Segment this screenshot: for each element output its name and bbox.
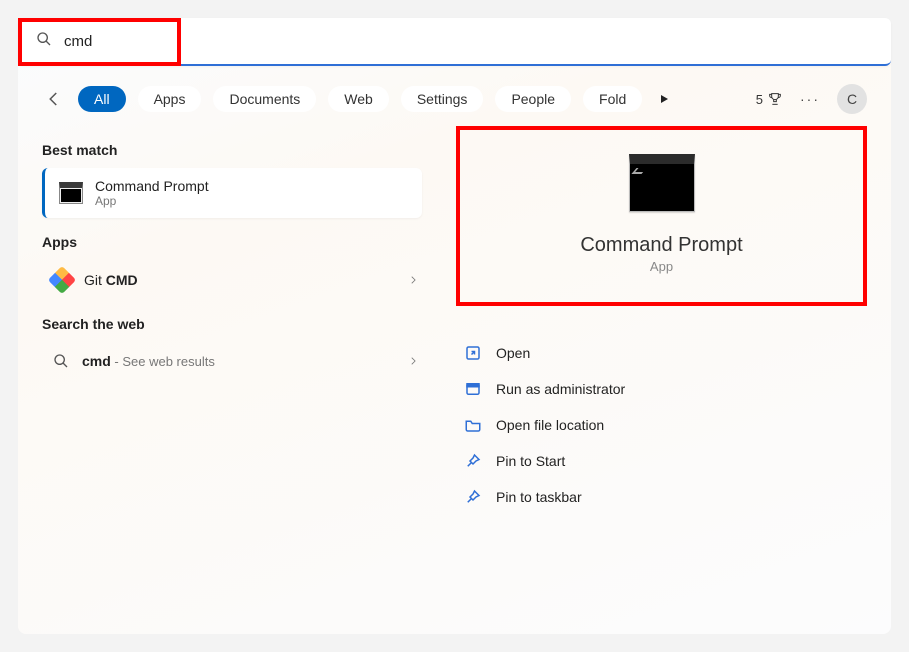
- git-icon: [48, 266, 76, 294]
- action-open[interactable]: Open: [460, 338, 867, 368]
- action-label: Open file location: [496, 417, 604, 433]
- detail-subtitle: App: [650, 259, 673, 274]
- action-label: Open: [496, 345, 530, 361]
- best-match-subtitle: App: [95, 194, 209, 208]
- rewards-count: 5: [756, 92, 763, 107]
- more-options-button[interactable]: ···: [795, 84, 825, 114]
- detail-column: Command Prompt App Open Run as administr…: [456, 126, 867, 512]
- pin-icon: [464, 488, 482, 506]
- apps-result-label: Git CMD: [84, 272, 396, 288]
- filter-tab-apps[interactable]: Apps: [138, 86, 202, 112]
- apps-heading: Apps: [42, 234, 422, 250]
- filter-tab-folders[interactable]: Fold: [583, 86, 642, 112]
- action-pin-start[interactable]: Pin to Start: [460, 446, 867, 476]
- user-avatar[interactable]: C: [837, 84, 867, 114]
- action-pin-taskbar[interactable]: Pin to taskbar: [460, 482, 867, 512]
- search-icon: [52, 352, 70, 370]
- chevron-right-icon: [408, 272, 418, 288]
- filter-tab-settings[interactable]: Settings: [401, 86, 484, 112]
- trophy-icon: [767, 91, 783, 107]
- search-input[interactable]: [64, 33, 873, 50]
- chevron-right-icon: [408, 353, 418, 369]
- search-icon: [36, 31, 52, 52]
- open-icon: [464, 344, 482, 362]
- filter-row: All Apps Documents Web Settings People F…: [18, 66, 891, 126]
- action-label: Pin to Start: [496, 453, 565, 469]
- apps-result-git-cmd[interactable]: Git CMD: [42, 260, 422, 300]
- action-label: Run as administrator: [496, 381, 625, 397]
- folder-icon: [464, 416, 482, 434]
- command-prompt-icon: [59, 182, 83, 204]
- action-label: Pin to taskbar: [496, 489, 582, 505]
- command-prompt-icon: [629, 154, 695, 212]
- detail-card: Command Prompt App: [456, 126, 867, 306]
- web-heading: Search the web: [42, 316, 422, 332]
- search-bar[interactable]: [18, 18, 891, 66]
- best-match-title: Command Prompt: [95, 178, 209, 194]
- pin-icon: [464, 452, 482, 470]
- web-result-cmd[interactable]: cmd - See web results: [42, 342, 422, 380]
- filter-tab-people[interactable]: People: [495, 86, 571, 112]
- detail-title: Command Prompt: [580, 234, 742, 257]
- action-list: Open Run as administrator Open file loca…: [456, 338, 867, 512]
- best-match-heading: Best match: [42, 142, 422, 158]
- rewards-badge[interactable]: 5: [756, 91, 783, 107]
- web-result-label: cmd - See web results: [82, 353, 396, 369]
- start-search-panel: All Apps Documents Web Settings People F…: [18, 18, 891, 634]
- action-run-admin[interactable]: Run as administrator: [460, 374, 867, 404]
- action-open-location[interactable]: Open file location: [460, 410, 867, 440]
- results-column: Best match Command Prompt App Apps Git C…: [42, 126, 422, 512]
- more-filters-icon[interactable]: [654, 93, 674, 105]
- filter-tab-web[interactable]: Web: [328, 86, 389, 112]
- filter-tab-documents[interactable]: Documents: [213, 86, 316, 112]
- best-match-result[interactable]: Command Prompt App: [42, 168, 422, 218]
- back-button[interactable]: [42, 87, 66, 111]
- filter-tab-all[interactable]: All: [78, 86, 126, 112]
- shield-icon: [464, 380, 482, 398]
